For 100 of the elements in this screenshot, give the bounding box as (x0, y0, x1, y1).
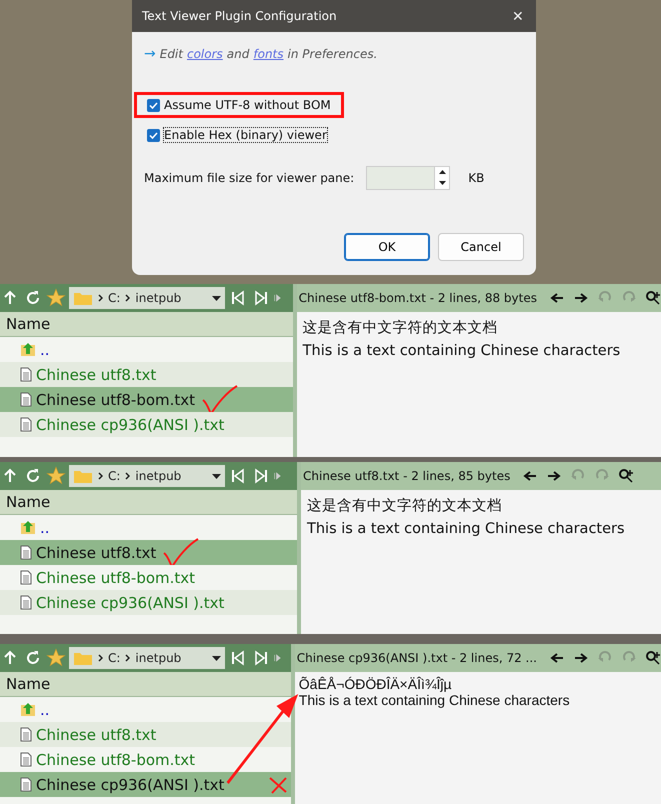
file-name: Chinese cp936(ANSI ).txt (36, 416, 224, 434)
zoom-in-icon[interactable] (645, 290, 661, 306)
chevron-icon (98, 654, 103, 662)
text-line: This is a text containing Chinese characters (307, 521, 626, 537)
path-segment[interactable]: inetpub (135, 291, 182, 305)
path-segment[interactable]: C: (108, 651, 120, 665)
preferences-link[interactable]: fonts (253, 47, 284, 61)
chevron-icon (125, 654, 130, 662)
document-icon (20, 570, 32, 585)
preferences-link[interactable]: colors (186, 47, 223, 61)
document-icon (20, 727, 32, 742)
chevron-icon (98, 294, 103, 302)
checkbox-label: Enable Hex (binary) viewer (164, 128, 327, 142)
star-icon[interactable] (46, 287, 66, 309)
document-icon (20, 545, 32, 560)
file-name: Chinese cp936(ANSI ).txt (36, 594, 224, 612)
hint-text: Edit (160, 47, 183, 61)
document-icon (20, 777, 32, 792)
text-line: This is a text containing Chinese characters (302, 343, 622, 359)
skip-back-icon[interactable] (230, 468, 246, 484)
column-header[interactable]: Name (0, 312, 293, 337)
up-caret-icon (438, 170, 446, 174)
file-name: Chinese cp936(ANSI ).txt (36, 776, 224, 794)
refresh-icon[interactable] (25, 468, 41, 484)
checkbox[interactable] (147, 128, 160, 142)
folder-up-icon (20, 702, 36, 717)
checkbox[interactable] (147, 98, 160, 112)
chevron-icon (125, 472, 130, 480)
skip-forward-icon[interactable] (253, 468, 269, 484)
path-segment[interactable]: inetpub (135, 651, 182, 665)
caret-icon (212, 656, 221, 660)
path-segment[interactable]: C: (108, 291, 120, 305)
size-spin-field[interactable] (366, 166, 450, 190)
field-label: Maximum file size for viewer pane: (144, 171, 354, 185)
folder-up-icon (20, 342, 36, 357)
zoom-in-icon[interactable] (618, 468, 634, 484)
checkbox-label: Assume UTF-8 without BOM (164, 98, 331, 112)
file-name: Chinese utf8-bom.txt (36, 390, 196, 408)
file-name: .. (40, 700, 50, 718)
hint-text: in Preferences. (288, 47, 378, 61)
file-row[interactable]: Chinese utf8-bom.txt (0, 387, 293, 412)
up-arrow-icon[interactable] (2, 650, 18, 666)
caret-icon (212, 296, 221, 300)
text-line: 这是含有中文字符的文本文档 (302, 318, 499, 337)
up-arrow-icon[interactable] (2, 468, 18, 484)
star-icon[interactable] (46, 465, 66, 487)
star-icon[interactable] (46, 647, 66, 669)
refresh-icon[interactable] (25, 650, 41, 666)
file-row[interactable]: Chinese utf8.txt (0, 722, 291, 747)
file-name: .. (40, 518, 50, 536)
folder-icon (73, 468, 93, 484)
text-line: This is a text containing Chinese characters (298, 692, 571, 708)
file-row[interactable]: Chinese utf8.txt (0, 362, 293, 387)
hint-text: and (226, 47, 250, 61)
skip-back-icon[interactable] (230, 650, 246, 666)
path-combo[interactable]: C: inetpub (69, 465, 225, 487)
file-row[interactable]: Chinese cp936(ANSI ).txt (0, 590, 297, 615)
chevron-icon (98, 472, 103, 480)
document-icon (20, 752, 32, 767)
document-icon (20, 417, 32, 432)
close-button[interactable]: ✕ (510, 8, 526, 24)
unit-label: KB (468, 171, 484, 185)
column-header[interactable]: Name (0, 672, 291, 697)
folder-icon (73, 290, 93, 306)
column-header[interactable]: Name (0, 490, 297, 515)
skip-forward-icon[interactable] (253, 290, 269, 306)
file-row[interactable]: Chinese utf8.txt (0, 540, 297, 565)
path-combo[interactable]: C: inetpub (69, 647, 225, 669)
caret-icon (212, 474, 221, 478)
file-name: Chinese utf8-bom.txt (36, 750, 196, 768)
path-segment[interactable]: inetpub (135, 469, 182, 483)
dialog-button[interactable]: OK (344, 233, 430, 261)
file-row[interactable]: Chinese cp936(ANSI ).txt (0, 412, 293, 437)
down-caret-icon (438, 180, 446, 184)
file-name: Chinese utf8.txt (36, 726, 156, 744)
viewer-title: Chinese cp936(ANSI ).txt - 2 lines, 72 ... (296, 651, 537, 665)
text-line: ÕâÊÅ¬ÓÐÖÐÎÄ×ÄÎì¾Îĵµ (298, 676, 453, 692)
file-row[interactable]: Chinese cp936(ANSI ).txt (0, 772, 291, 797)
chevron-icon (125, 294, 130, 302)
file-name: Chinese utf8.txt (36, 544, 156, 562)
file-name: Chinese utf8.txt (36, 366, 156, 384)
refresh-icon[interactable] (25, 290, 41, 306)
dialog-title: Text Viewer Plugin Configuration (142, 9, 337, 23)
viewer-title: Chinese utf8.txt - 2 lines, 85 bytes (303, 469, 510, 483)
up-arrow-icon[interactable] (2, 290, 18, 306)
document-icon (20, 367, 32, 382)
text-line: 这是含有中文字符的文本文档 (307, 496, 503, 515)
viewer-title: Chinese utf8-bom.txt - 2 lines, 88 bytes (298, 291, 537, 305)
zoom-in-icon[interactable] (645, 650, 661, 666)
skip-forward-icon[interactable] (253, 650, 269, 666)
path-combo[interactable]: C: inetpub (69, 287, 225, 309)
skip-back-icon[interactable] (230, 290, 246, 306)
arrow-glyph: → (144, 46, 156, 62)
document-icon (20, 595, 32, 610)
folder-up-icon (20, 520, 36, 535)
document-icon (20, 392, 32, 407)
path-segment[interactable]: C: (108, 469, 120, 483)
dialog-button[interactable]: Cancel (438, 233, 524, 261)
folder-icon (73, 650, 93, 666)
file-name: Chinese utf8-bom.txt (36, 568, 196, 586)
